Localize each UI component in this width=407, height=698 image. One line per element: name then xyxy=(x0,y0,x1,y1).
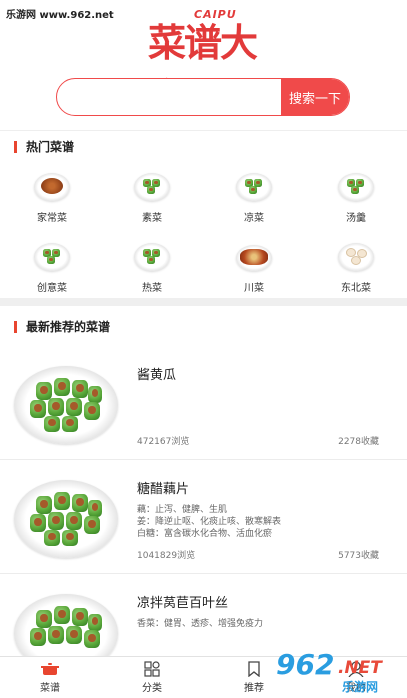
dish-image xyxy=(236,241,272,271)
section-title: 最新推荐的菜谱 xyxy=(14,321,110,333)
recipe-title: 酱黄瓜 xyxy=(137,368,177,383)
dish-image xyxy=(34,171,70,201)
tab-label: 分类 xyxy=(142,683,162,694)
site-watermark: 乐游网 www.962.net xyxy=(6,10,114,21)
search-input[interactable] xyxy=(57,79,283,115)
category-label: 汤羹 xyxy=(346,213,366,224)
search-bar: 搜索一下 xyxy=(56,78,350,116)
header: 乐游网 www.962.net 菜谱大全 CAIPU 搜索一下 xyxy=(0,0,407,130)
category-item-creative[interactable]: 创意菜 xyxy=(12,241,92,294)
tab-recipes[interactable]: 菜谱 xyxy=(10,657,90,698)
category-label: 素菜 xyxy=(142,213,162,224)
tab-label: 菜谱 xyxy=(40,683,60,694)
recipe-image xyxy=(14,358,118,448)
category-label: 热菜 xyxy=(142,283,162,294)
category-label: 东北菜 xyxy=(341,283,371,294)
dish-image xyxy=(338,171,374,201)
recipe-title: 糖醋藕片 xyxy=(137,482,190,497)
favorite-count: 5773收藏 xyxy=(338,551,379,561)
watermark-logo: 962 .NET 乐游网 xyxy=(276,648,404,696)
watermark-number: 962 xyxy=(276,648,335,681)
app-logo: 菜谱大全 CAIPU xyxy=(148,8,268,120)
category-label: 凉菜 xyxy=(244,213,264,224)
recipe-image xyxy=(14,472,118,562)
latest-recipes-section: 最新推荐的菜谱 酱黄瓜 472167浏览 2278收藏 糖醋藕片 藕：止泻、健脾… xyxy=(0,306,407,698)
category-item-vegetarian[interactable]: 素菜 xyxy=(112,171,192,224)
category-item-sichuan[interactable]: 川菜 xyxy=(214,241,294,294)
watermark-net: .NET xyxy=(338,658,382,678)
view-count: 1041829浏览 xyxy=(137,551,196,561)
category-label: 家常菜 xyxy=(37,213,67,224)
pot-icon xyxy=(41,661,59,677)
favorite-count: 2278收藏 xyxy=(338,437,379,447)
recipe-card[interactable]: 糖醋藕片 藕：止泻、健脾、生肌 姜：降逆止呕、化痰止咳、散寒解表 白糖：富含碳水… xyxy=(0,460,407,574)
dish-image xyxy=(338,241,374,271)
search-button[interactable]: 搜索一下 xyxy=(281,79,349,115)
recipe-title: 凉拌莴苣百叶丝 xyxy=(137,596,229,611)
recipe-card[interactable]: 酱黄瓜 472167浏览 2278收藏 xyxy=(0,346,407,460)
category-label: 创意菜 xyxy=(37,283,67,294)
category-item-cold-dish[interactable]: 凉菜 xyxy=(214,171,294,224)
recipe-description: 藕：止泻、健脾、生肌 姜：降逆止呕、化痰止咳、散寒解表 白糖：富含碳水化合物、活… xyxy=(137,505,282,539)
recipe-description: 香菜：健胃、透疹、增强免疫力 xyxy=(137,619,264,629)
bookmark-icon xyxy=(245,661,263,678)
category-item-homestyle[interactable]: 家常菜 xyxy=(12,171,92,224)
view-count: 472167浏览 xyxy=(137,437,190,447)
category-label: 川菜 xyxy=(244,283,264,294)
dish-image xyxy=(134,241,170,271)
category-item-soup[interactable]: 汤羹 xyxy=(316,171,396,224)
tab-categories[interactable]: 分类 xyxy=(112,657,192,698)
category-item-northeast[interactable]: 东北菜 xyxy=(316,241,396,294)
dish-image xyxy=(134,171,170,201)
dish-image xyxy=(236,171,272,201)
section-title: 热门菜谱 xyxy=(14,141,74,153)
dish-image xyxy=(34,241,70,271)
logo-subtext: CAIPU xyxy=(194,8,237,21)
grid-icon xyxy=(143,661,161,677)
category-item-hot-dish[interactable]: 热菜 xyxy=(112,241,192,294)
hot-recipes-section: 热门菜谱 家常菜 素菜 凉菜 汤羹 创意菜 热菜 川菜 东北菜 xyxy=(0,130,407,298)
watermark-sub: 乐游网 xyxy=(342,680,379,694)
